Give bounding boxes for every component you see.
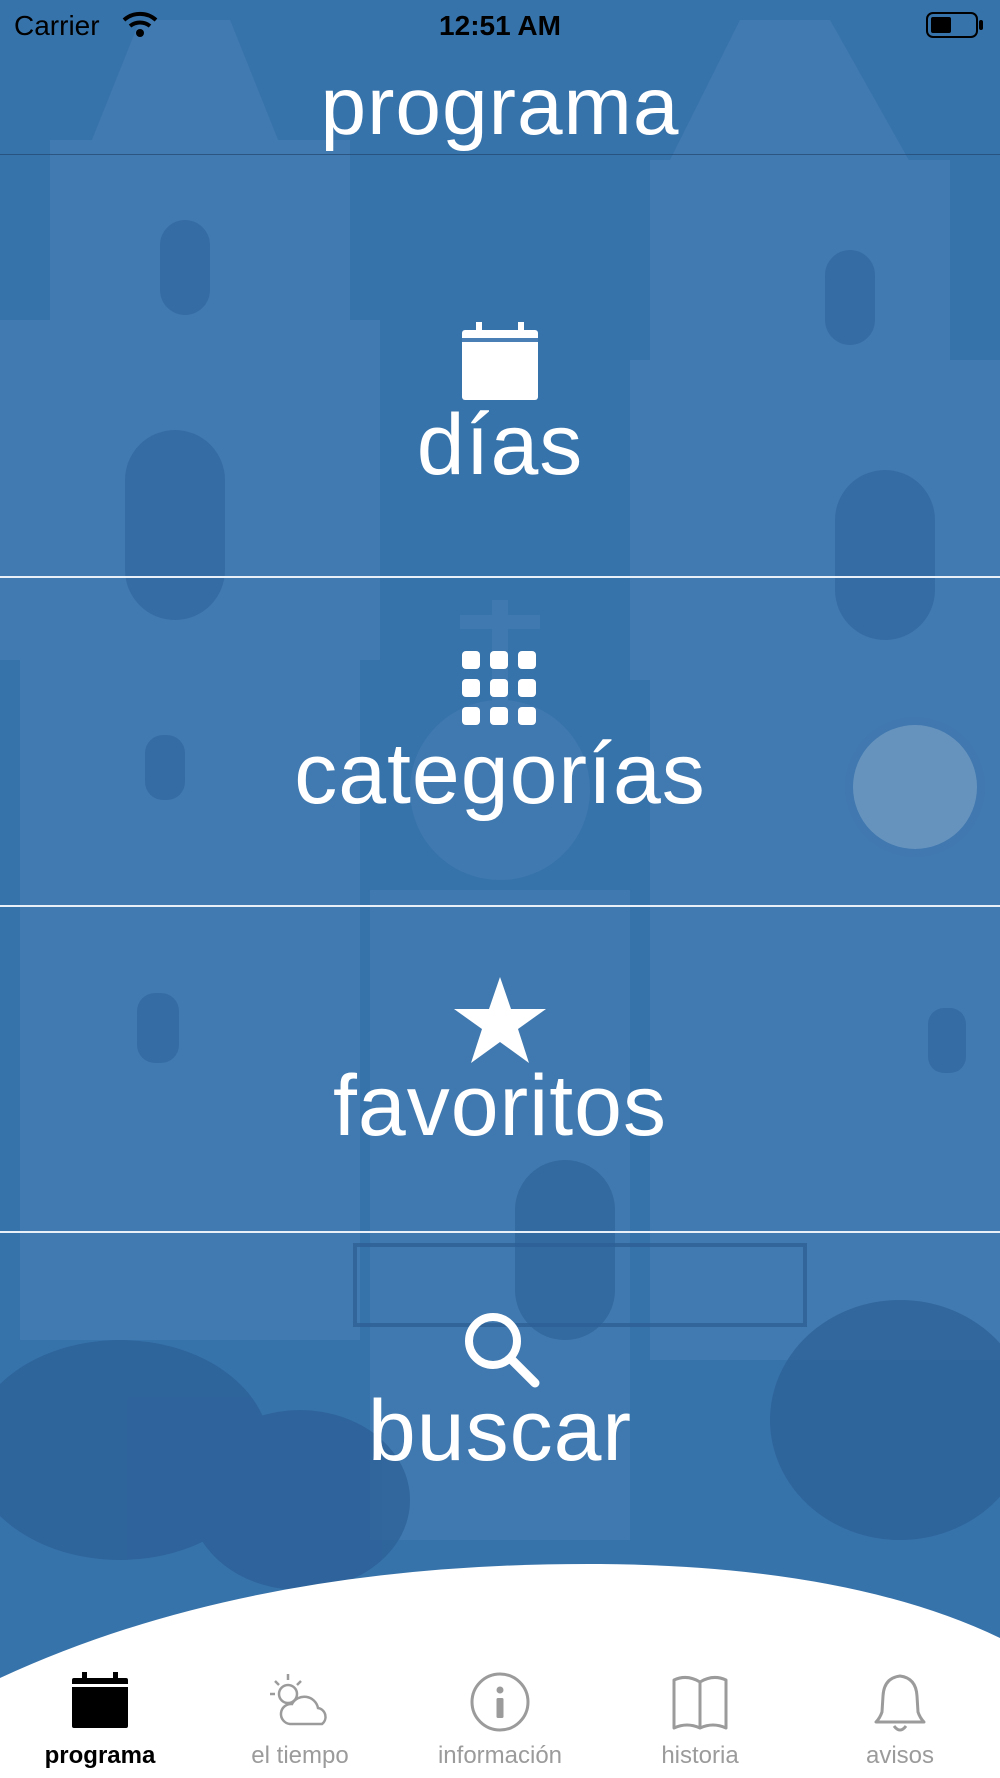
tab-label-el-tiempo: el tiempo [251,1742,349,1769]
tab-label-informacion: información [437,1742,563,1769]
status-bar: Carrier 12:51 AM [0,0,1000,50]
menu-divider [0,905,1000,907]
menu-label-buscar: buscar [367,1383,633,1479]
tab-el-tiempo[interactable]: el tiempo [200,1672,400,1772]
menu-label-categorias: categorías [294,726,706,822]
menu-item-categorias[interactable]: categorías [0,651,1000,817]
info-icon [470,1672,530,1732]
tab-label-avisos: avisos [865,1742,935,1769]
menu-divider [0,1231,1000,1233]
page-title: programa [320,61,680,152]
book-icon [672,1675,728,1730]
tab-informacion[interactable]: información [400,1672,600,1772]
star-icon [454,977,546,1063]
menu-item-dias[interactable]: días [0,322,1000,488]
tab-programa[interactable]: programa [0,1672,200,1772]
menu-label-favoritos: favoritos [332,1058,668,1154]
tab-label-historia: historia [661,1742,739,1769]
tab-historia[interactable]: historia [600,1672,800,1772]
menu-item-buscar[interactable]: buscar [0,1308,1000,1474]
bell-icon [874,1674,926,1732]
grid-icon [462,651,536,725]
calendar-icon [72,1672,128,1728]
tab-avisos[interactable]: avisos [800,1672,1000,1772]
menu-item-favoritos[interactable]: favoritos [0,977,1000,1149]
background-church-image [0,0,1000,1778]
status-time: 12:51 AM [439,10,561,41]
page-header: programa [0,50,1000,155]
weather-icon [270,1674,327,1726]
calendar-icon [462,322,538,400]
menu-divider [0,576,1000,578]
battery-icon [926,12,983,38]
menu-label-dias: días [416,397,584,493]
tab-label-programa: programa [44,1742,156,1769]
search-icon [465,1313,540,1388]
